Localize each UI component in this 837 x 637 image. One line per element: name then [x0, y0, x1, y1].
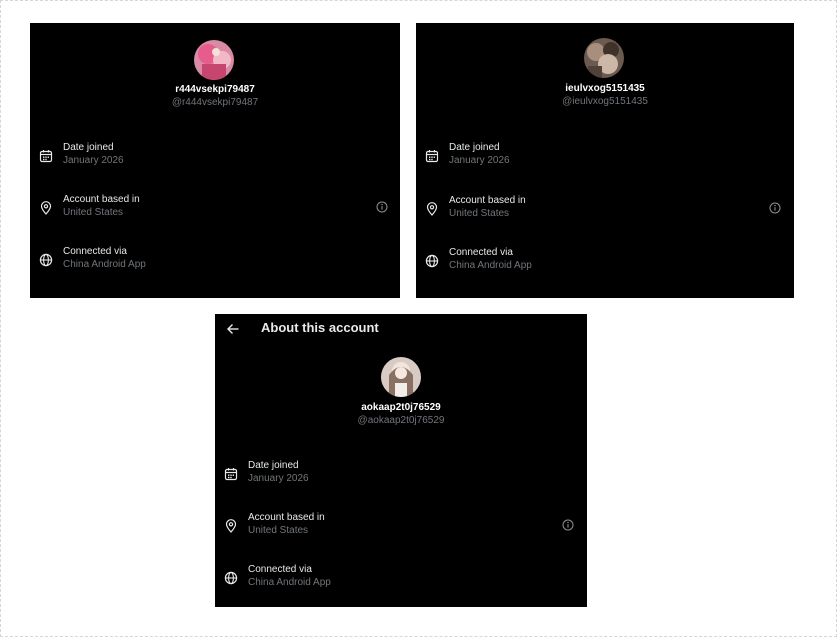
account-based-row: Account based in United States [416, 195, 794, 225]
account-based-label: Account based in [248, 512, 325, 523]
account-based-value: United States [449, 208, 510, 219]
user-handle: @aokaap2t0j76529 [357, 415, 445, 426]
top-bar: About this account [215, 314, 587, 344]
page-title: About this account [261, 320, 379, 335]
globe-icon [224, 571, 238, 585]
calendar-icon [224, 468, 238, 481]
info-icon[interactable] [376, 201, 388, 213]
location-pin-icon [225, 519, 237, 533]
location-pin-icon [426, 202, 438, 216]
avatar[interactable] [194, 40, 234, 80]
globe-icon [39, 253, 53, 267]
date-joined-row: Date joined January 2026 [416, 142, 794, 172]
info-icon[interactable] [562, 519, 574, 531]
account-based-label: Account based in [63, 194, 140, 205]
connected-via-label: Connected via [63, 246, 127, 257]
connected-via-row: Connected via China Android App [215, 564, 587, 594]
account-based-value: United States [63, 207, 124, 218]
account-panel-2: ieulvxog5151435 @ieulvxog5151435 Date jo… [416, 23, 794, 298]
display-name: r444vsekpi79487 [175, 84, 255, 95]
date-joined-label: Date joined [248, 460, 299, 471]
date-joined-label: Date joined [63, 142, 114, 153]
date-joined-label: Date joined [449, 142, 500, 153]
calendar-icon [39, 150, 53, 163]
user-handle: @ieulvxog5151435 [562, 96, 648, 107]
date-joined-row: Date joined January 2026 [215, 460, 587, 490]
connected-via-row: Connected via China Android App [30, 246, 400, 276]
connected-via-label: Connected via [248, 564, 312, 575]
date-joined-row: Date joined January 2026 [30, 142, 400, 172]
date-joined-value: January 2026 [63, 155, 124, 166]
info-icon[interactable] [769, 202, 781, 214]
account-based-value: United States [248, 525, 309, 536]
arrow-left-icon[interactable] [226, 322, 240, 336]
date-joined-value: January 2026 [248, 473, 309, 484]
connected-via-value: China Android App [449, 260, 532, 271]
globe-icon [425, 254, 439, 268]
location-pin-icon [40, 201, 52, 215]
connected-via-label: Connected via [449, 247, 513, 258]
account-panel-3: About this account aokaap2t0j76529 @aoka… [215, 314, 587, 607]
account-based-row: Account based in United States [215, 512, 587, 542]
connected-via-row: Connected via China Android App [416, 247, 794, 277]
connected-via-value: China Android App [63, 259, 146, 270]
display-name: ieulvxog5151435 [565, 83, 645, 94]
account-panel-1: r444vsekpi79487 @r444vsekpi79487 Date jo… [30, 23, 400, 298]
account-based-label: Account based in [449, 195, 526, 206]
date-joined-value: January 2026 [449, 155, 510, 166]
display-name: aokaap2t0j76529 [361, 402, 441, 413]
avatar[interactable] [584, 38, 624, 78]
user-handle: @r444vsekpi79487 [171, 97, 259, 108]
account-based-row: Account based in United States [30, 194, 400, 224]
avatar[interactable] [381, 357, 421, 397]
calendar-icon [425, 150, 439, 163]
connected-via-value: China Android App [248, 577, 331, 588]
